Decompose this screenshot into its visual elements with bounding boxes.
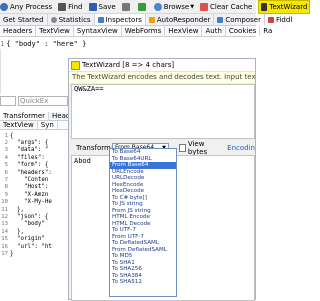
save-button[interactable]: Save bbox=[88, 2, 116, 11]
lightning-icon bbox=[148, 16, 155, 23]
response-line: 9 "X-Amzn bbox=[4, 191, 49, 198]
response-tabs: Transformer Headers bbox=[0, 112, 86, 121]
response-line: 11 }, bbox=[1, 206, 24, 213]
response-line: 1{ bbox=[4, 132, 14, 139]
statistics-icon bbox=[50, 16, 57, 23]
main-tabs: Get Started Statistics Inspectors AutoRe… bbox=[0, 14, 292, 26]
dialog-titlebar[interactable]: TextWizard [8 => 4 chars] bbox=[69, 59, 255, 72]
response-tabs-2: TextView Syn bbox=[0, 121, 68, 130]
request-body-text: { "body" : "here" } bbox=[6, 39, 87, 48]
tab-raw[interactable]: Ra bbox=[260, 26, 275, 36]
inspectors-icon bbox=[97, 16, 104, 23]
transform-dropdown-list: To Base64 To Base64URL From Base64 URLEn… bbox=[109, 148, 177, 297]
response-line: 3 "data": " bbox=[4, 147, 49, 154]
response-line: 12 "json": { bbox=[1, 213, 49, 220]
tab-cookies[interactable]: Cookies bbox=[226, 26, 261, 36]
tab-response-textview[interactable]: TextView bbox=[0, 121, 38, 129]
option-to-sha512[interactable]: To SHA512 bbox=[110, 279, 176, 286]
view-bytes-checkbox[interactable] bbox=[178, 143, 186, 152]
clear-cache-button[interactable]: Clear Cache bbox=[200, 2, 252, 11]
response-line: 10 "X-My-He bbox=[1, 199, 52, 206]
play-icon bbox=[137, 2, 146, 11]
tab-syntaxview[interactable]: SyntaxView bbox=[73, 26, 122, 36]
response-line: 13 "body" bbox=[1, 221, 45, 228]
view-bytes-label: View bytes bbox=[187, 139, 208, 156]
response-body: 1{ 2 "args": { 3 "data": " 4 "files": 5 … bbox=[0, 132, 68, 298]
tab-statistics[interactable]: Statistics bbox=[48, 14, 95, 25]
encoding-label: Encodin bbox=[227, 143, 255, 152]
request-body-line: 1 { "body" : "here" } bbox=[0, 39, 86, 48]
request-editor[interactable] bbox=[0, 49, 68, 94]
tab-textview[interactable]: TextView bbox=[36, 26, 74, 36]
response-line: 2 "args": { bbox=[4, 140, 49, 147]
wand-icon bbox=[261, 2, 268, 11]
quickexec-input[interactable]: QuickEx bbox=[18, 96, 68, 106]
line-number: 1 bbox=[0, 39, 5, 48]
globe-icon bbox=[153, 2, 162, 11]
quickexec-zoom-box[interactable] bbox=[0, 96, 16, 106]
textwizard-button[interactable]: TextWizard bbox=[258, 0, 311, 14]
request-inspector-tabs: Headers TextView SyntaxView WebForms Hex… bbox=[0, 26, 272, 37]
response-line: 8 "Host": bbox=[4, 184, 49, 191]
binoculars-icon bbox=[58, 2, 67, 11]
dialog-info-text: The TextWizard encodes and decodes text.… bbox=[69, 72, 255, 83]
disk-icon bbox=[88, 2, 97, 11]
response-line: 14 }, bbox=[1, 228, 24, 235]
play-button[interactable] bbox=[137, 2, 148, 11]
tab-inspectors[interactable]: Inspectors bbox=[94, 14, 146, 25]
response-line: 5 "form": { bbox=[4, 162, 49, 169]
tab-headers[interactable]: Headers bbox=[0, 26, 37, 36]
find-button[interactable]: Find bbox=[58, 2, 83, 11]
main-toolbar: Any Process Find Save Browse ▼ Clear Cach… bbox=[0, 0, 311, 14]
tab-transformer[interactable]: Transformer bbox=[0, 112, 50, 120]
tab-get-started[interactable]: Get Started bbox=[0, 14, 48, 25]
quickexec-row: QuickEx bbox=[0, 96, 68, 106]
crosshair-icon bbox=[0, 2, 8, 11]
tab-autoresponder[interactable]: AutoResponder bbox=[146, 14, 215, 25]
response-line: 16 "url": "ht bbox=[1, 243, 52, 250]
tab-webforms[interactable]: WebForms bbox=[122, 26, 166, 36]
response-line: 7 "Conten bbox=[4, 177, 49, 184]
script-icon bbox=[267, 16, 274, 23]
input-textarea[interactable]: QW&ZA== bbox=[71, 84, 255, 139]
camera-button[interactable] bbox=[121, 2, 132, 11]
response-line: 4 "files": bbox=[4, 154, 49, 161]
response-line: 15 "origin" bbox=[1, 236, 45, 243]
composer-icon bbox=[217, 16, 224, 23]
chevron-down-icon: ▼ bbox=[190, 3, 195, 10]
tab-composer[interactable]: Composer bbox=[214, 14, 265, 25]
tab-response-syntaxview[interactable]: Syn bbox=[37, 121, 58, 129]
tab-fiddler-script[interactable]: Fiddl bbox=[265, 14, 295, 25]
transform-label: Transform: bbox=[76, 143, 114, 152]
clear-cache-icon bbox=[200, 2, 209, 11]
dialog-title: TextWizard [8 => 4 chars] bbox=[82, 61, 175, 69]
tab-auth[interactable]: Auth bbox=[202, 26, 226, 36]
response-line: 17} bbox=[1, 250, 14, 257]
camera-icon bbox=[121, 2, 130, 11]
tab-hexview[interactable]: HexView bbox=[165, 26, 203, 36]
wand-icon bbox=[71, 60, 80, 70]
browse-button[interactable]: Browse ▼ bbox=[153, 2, 195, 11]
any-process-button[interactable]: Any Process bbox=[0, 2, 52, 11]
response-line: 6 "headers": bbox=[4, 169, 52, 176]
